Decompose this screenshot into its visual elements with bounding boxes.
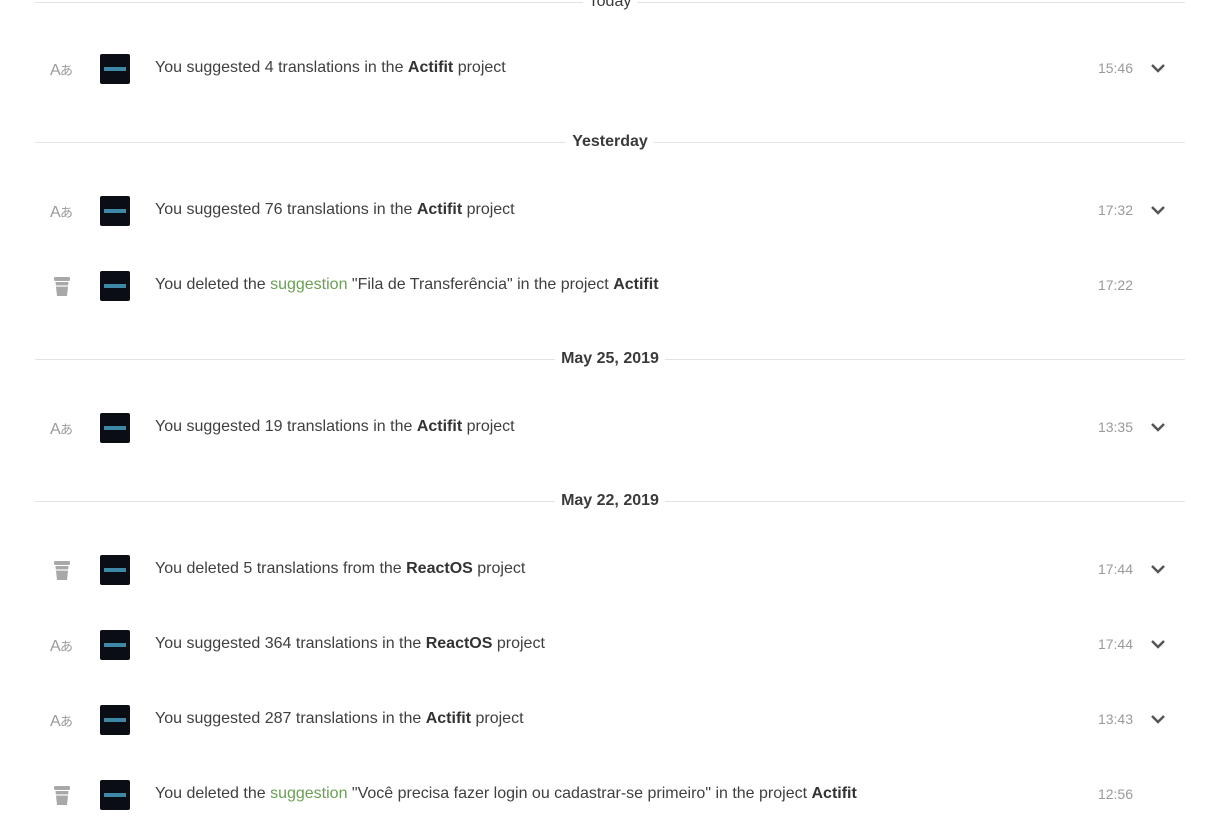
- project-name: Actifit: [425, 710, 472, 727]
- activity-text: You deleted the suggestion "Você precisa…: [155, 785, 857, 802]
- svg-text:あ: あ: [60, 206, 73, 221]
- activity-row: Aあ You suggested 287 translations in the…: [35, 700, 1185, 740]
- activity-row: Aあ You suggested 19 translations in the …: [35, 408, 1185, 448]
- date-separator: May 22, 2019: [35, 491, 1185, 511]
- activity-time: 13:43: [1097, 711, 1133, 727]
- suggestion-link[interactable]: suggestion: [270, 785, 347, 802]
- avatar: [100, 54, 130, 84]
- activity-text: You suggested 287 translations in the Ac…: [155, 710, 524, 727]
- activity-text: You suggested 76 translations in the Act…: [155, 201, 515, 218]
- activity-text: You suggested 19 translations in the Act…: [155, 418, 515, 435]
- avatar: [100, 630, 130, 660]
- activity-time: 12:56: [1097, 786, 1133, 802]
- activity-time: 17:44: [1097, 636, 1133, 652]
- suggestion-link[interactable]: suggestion: [270, 276, 347, 293]
- translate-icon: Aあ: [50, 199, 74, 223]
- svg-text:あ: あ: [60, 423, 73, 438]
- chevron-down-icon[interactable]: [1149, 59, 1167, 77]
- activity-text: You deleted 5 translations from the Reac…: [155, 560, 526, 577]
- activity-time: 15:46: [1097, 60, 1133, 76]
- date-separator: Yesterday: [35, 132, 1185, 152]
- avatar: [100, 780, 130, 810]
- date-label: May 25, 2019: [555, 350, 665, 368]
- project-name: Actifit: [613, 276, 659, 293]
- activity-row: You deleted 5 translations from the Reac…: [35, 550, 1185, 590]
- date-label: May 22, 2019: [555, 492, 665, 510]
- avatar: [100, 555, 130, 585]
- activity-time: 17:44: [1097, 561, 1133, 577]
- chevron-down-icon[interactable]: [1149, 418, 1167, 436]
- activity-time: 17:22: [1097, 277, 1133, 293]
- activity-row: Aあ You suggested 4 translations in the A…: [35, 49, 1185, 89]
- trash-icon: [50, 558, 74, 582]
- activity-time: 17:32: [1097, 202, 1133, 218]
- project-name: ReactOS: [406, 560, 473, 577]
- avatar: [100, 196, 130, 226]
- project-name: Actifit: [407, 59, 454, 76]
- trash-icon: [50, 783, 74, 807]
- avatar: [100, 413, 130, 443]
- avatar: [100, 705, 130, 735]
- date-separator: May 25, 2019: [35, 349, 1185, 369]
- activity-text: You deleted the suggestion "Fila de Tran…: [155, 276, 659, 293]
- activity-row: Aあ You suggested 76 translations in the …: [35, 191, 1185, 231]
- project-name: Actifit: [416, 201, 463, 218]
- project-name: Actifit: [416, 418, 463, 435]
- translate-icon: Aあ: [50, 416, 74, 440]
- project-name: Actifit: [811, 785, 857, 802]
- svg-text:あ: あ: [60, 640, 73, 655]
- translate-icon: Aあ: [50, 708, 74, 732]
- chevron-down-icon[interactable]: [1149, 635, 1167, 653]
- svg-text:あ: あ: [60, 64, 73, 79]
- date-label: Yesterday: [566, 133, 654, 151]
- activity-row: You deleted the suggestion "Você precisa…: [35, 775, 1185, 815]
- date-label: Today: [582, 0, 638, 11]
- svg-text:あ: あ: [60, 715, 73, 730]
- activity-text: You suggested 364 translations in the Re…: [155, 635, 545, 652]
- activity-time: 13:35: [1097, 419, 1133, 435]
- activity-row: Aあ You suggested 364 translations in the…: [35, 625, 1185, 665]
- trash-icon: [50, 274, 74, 298]
- translate-icon: Aあ: [50, 633, 74, 657]
- activity-row: You deleted the suggestion "Fila de Tran…: [35, 266, 1185, 306]
- avatar: [100, 271, 130, 301]
- date-separator: Today: [35, 0, 1185, 12]
- project-name: ReactOS: [425, 635, 493, 652]
- activity-text: You suggested 4 translations in the Acti…: [155, 59, 506, 76]
- chevron-down-icon[interactable]: [1149, 710, 1167, 728]
- chevron-down-icon[interactable]: [1149, 560, 1167, 578]
- chevron-down-icon[interactable]: [1149, 201, 1167, 219]
- translate-icon: Aあ: [50, 57, 74, 81]
